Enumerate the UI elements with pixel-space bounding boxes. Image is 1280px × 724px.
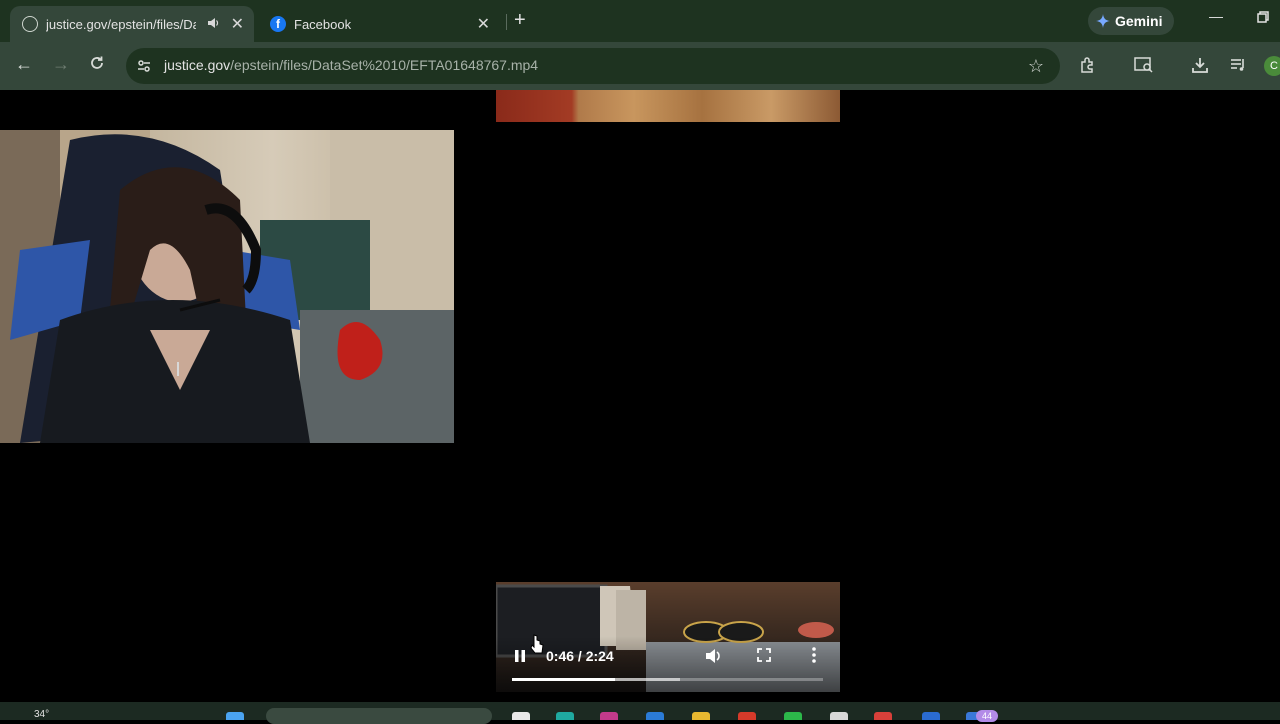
- tab-title: justice.gov/epstein/files/Da: [46, 16, 196, 32]
- gemini-button[interactable]: Gemini: [1088, 7, 1174, 35]
- more-options-icon[interactable]: [812, 647, 816, 668]
- app-icon[interactable]: [600, 712, 618, 720]
- back-icon[interactable]: ←: [15, 54, 33, 75]
- browser-toolbar: ← → justice.gov/epstein/files/DataSet%20…: [0, 42, 1280, 90]
- address-bar[interactable]: justice.gov/epstein/files/DataSet%2010/E…: [126, 48, 1060, 84]
- globe-icon: [22, 16, 38, 32]
- cast-search-icon[interactable]: [1134, 56, 1154, 79]
- minimize-icon[interactable]: —: [1209, 8, 1223, 24]
- speaker-icon[interactable]: [206, 16, 220, 33]
- new-tab-button[interactable]: +: [514, 9, 526, 32]
- app-icon[interactable]: [922, 712, 940, 720]
- forward-icon[interactable]: →: [52, 54, 70, 75]
- tab-separator: [506, 14, 507, 30]
- app-icon[interactable]: [738, 712, 756, 720]
- webcam-scene: [0, 130, 454, 443]
- video-frame-top-edge: [496, 90, 840, 122]
- taskbar-search[interactable]: [266, 708, 492, 724]
- mouse-cursor-icon: [530, 634, 544, 659]
- start-icon[interactable]: [226, 712, 244, 720]
- close-tab-icon[interactable]: ✕: [231, 14, 244, 34]
- restore-icon[interactable]: [1257, 10, 1269, 26]
- tab-title: Facebook: [294, 16, 352, 32]
- tab-justice-gov[interactable]: justice.gov/epstein/files/Da ✕: [10, 6, 254, 42]
- facebook-icon: f: [270, 16, 286, 32]
- notification-badge: 44: [976, 710, 998, 722]
- volume-icon[interactable]: [704, 647, 722, 670]
- media-controls-icon[interactable]: [1229, 56, 1247, 79]
- bookmark-star-icon[interactable]: ☆: [1028, 56, 1044, 77]
- extensions-icon[interactable]: [1079, 56, 1097, 79]
- store-icon[interactable]: [646, 712, 664, 720]
- reload-icon[interactable]: [89, 55, 105, 76]
- windows-taskbar: 34° 44: [0, 702, 1280, 724]
- chatgpt-icon[interactable]: [830, 712, 848, 720]
- pause-icon[interactable]: [514, 649, 526, 668]
- site-info-icon[interactable]: [136, 58, 152, 79]
- video-player[interactable]: 0:46 / 2:24: [496, 582, 840, 692]
- url-host: justice.gov: [164, 57, 231, 73]
- tab-strip: justice.gov/epstein/files/Da ✕ f Faceboo…: [0, 0, 1280, 42]
- gemini-label: Gemini: [1115, 13, 1163, 29]
- page-content: 0:46 / 2:24: [0, 90, 1280, 702]
- played-range: [512, 678, 615, 681]
- url-path: /epstein/files/DataSet%2010/EFTA01648767…: [230, 57, 539, 73]
- tab-facebook[interactable]: f Facebook ✕: [262, 6, 500, 42]
- seek-bar[interactable]: [512, 678, 823, 681]
- task-view-icon[interactable]: [512, 712, 530, 720]
- fullscreen-icon[interactable]: [757, 648, 771, 667]
- gemini-icon: [1096, 14, 1110, 28]
- close-tab-icon[interactable]: ✕: [477, 14, 490, 34]
- weather-temperature[interactable]: 34°: [34, 709, 49, 720]
- edge-icon[interactable]: [556, 712, 574, 720]
- file-explorer-icon[interactable]: [692, 712, 710, 720]
- webcam-overlay: [0, 130, 454, 443]
- download-icon[interactable]: [1191, 56, 1209, 79]
- profile-avatar[interactable]: C: [1264, 56, 1280, 76]
- url-text: justice.gov/epstein/files/DataSet%2010/E…: [164, 57, 538, 73]
- time-display: 0:46 / 2:24: [546, 648, 614, 664]
- video-controls: 0:46 / 2:24: [496, 636, 840, 692]
- chrome-icon[interactable]: [874, 712, 892, 720]
- whatsapp-icon[interactable]: [784, 712, 802, 720]
